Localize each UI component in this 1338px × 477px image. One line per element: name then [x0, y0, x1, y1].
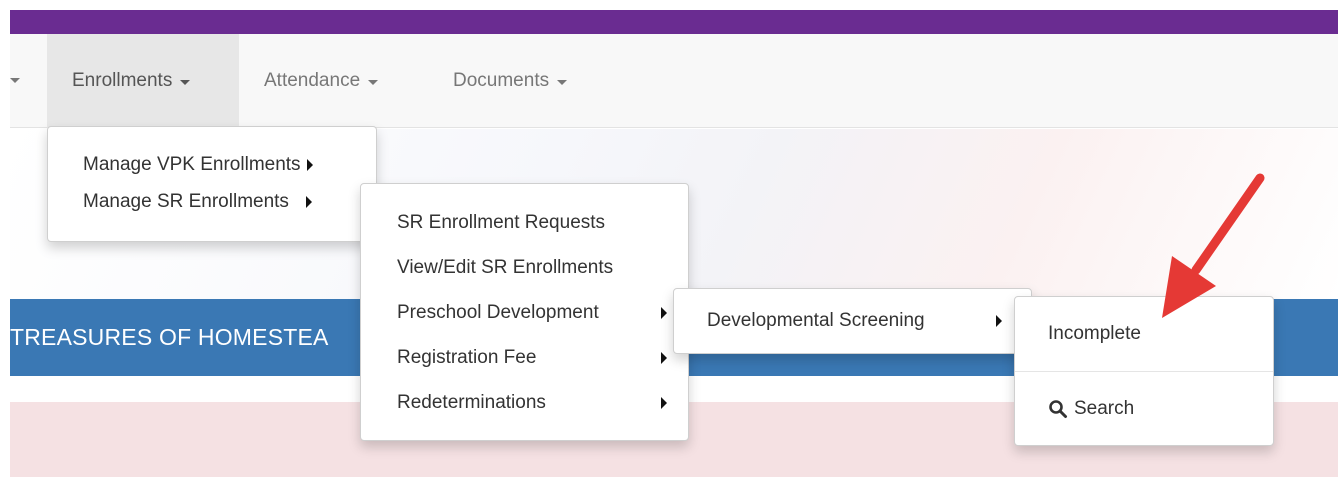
nav-enrollments-label: Enrollments — [72, 70, 173, 91]
menu-item-label: SR Enrollment Requests — [397, 211, 606, 233]
chevron-down-icon — [557, 80, 568, 85]
caret-right-icon — [661, 396, 667, 409]
enrollments-dropdown-menu: Manage VPK Enrollments Manage SR Enrollm… — [47, 126, 377, 242]
menu-item-search[interactable]: Search — [1015, 372, 1273, 446]
search-icon — [1049, 400, 1067, 418]
menu-item-label: Search — [1074, 398, 1135, 419]
menu-item-label: View/Edit SR Enrollments — [397, 256, 614, 278]
menu-item-manage-vpk-enrollments[interactable]: Manage VPK Enrollments — [48, 146, 376, 183]
nav-enrollments[interactable]: Enrollments — [47, 34, 239, 128]
menu-item-registration-fee[interactable]: Registration Fee — [361, 335, 688, 380]
menu-item-developmental-screening[interactable]: Developmental Screening — [674, 289, 1031, 353]
chevron-down-icon — [368, 80, 379, 85]
nav-attendance-label: Attendance — [264, 70, 361, 91]
menu-item-preschool-development[interactable]: Preschool Development — [361, 290, 688, 335]
caret-right-icon — [996, 315, 1002, 327]
menu-item-redeterminations[interactable]: Redeterminations — [361, 380, 688, 425]
caret-right-icon — [305, 195, 312, 208]
menu-item-label: Redeterminations — [397, 391, 546, 413]
menu-item-label: Manage VPK Enrollments — [83, 153, 301, 175]
caret-right-icon — [306, 158, 313, 171]
app-frame: Enrollments Attendance Documents TREASUR… — [10, 10, 1338, 477]
main-navbar: Enrollments Attendance Documents — [10, 34, 1338, 128]
menu-item-label: Incomplete — [1048, 323, 1141, 344]
preschool-development-submenu: Developmental Screening — [673, 288, 1032, 354]
nav-documents-label: Documents — [453, 70, 550, 91]
top-accent-bar — [10, 10, 1338, 34]
menu-item-view-edit-sr-enrollments[interactable]: View/Edit SR Enrollments — [361, 245, 688, 290]
caret-right-icon — [661, 306, 667, 319]
nav-documents[interactable]: Documents — [428, 34, 592, 128]
annotation-arrow-icon — [1162, 173, 1265, 318]
school-name: TREASURES OF HOMESTEA — [10, 324, 329, 350]
menu-item-manage-sr-enrollments[interactable]: Manage SR Enrollments — [48, 183, 376, 220]
chevron-down-icon[interactable] — [10, 78, 20, 83]
menu-item-label: Manage SR Enrollments — [83, 190, 289, 212]
sr-enrollments-submenu: SR Enrollment Requests View/Edit SR Enro… — [360, 183, 689, 441]
nav-attendance[interactable]: Attendance — [239, 34, 403, 128]
menu-item-label: Preschool Development — [397, 301, 599, 323]
menu-item-label: Developmental Screening — [707, 310, 925, 331]
chevron-down-icon — [180, 80, 191, 85]
menu-item-label: Registration Fee — [397, 346, 537, 368]
caret-right-icon — [661, 351, 667, 364]
menu-item-sr-enrollment-requests[interactable]: SR Enrollment Requests — [361, 200, 688, 245]
